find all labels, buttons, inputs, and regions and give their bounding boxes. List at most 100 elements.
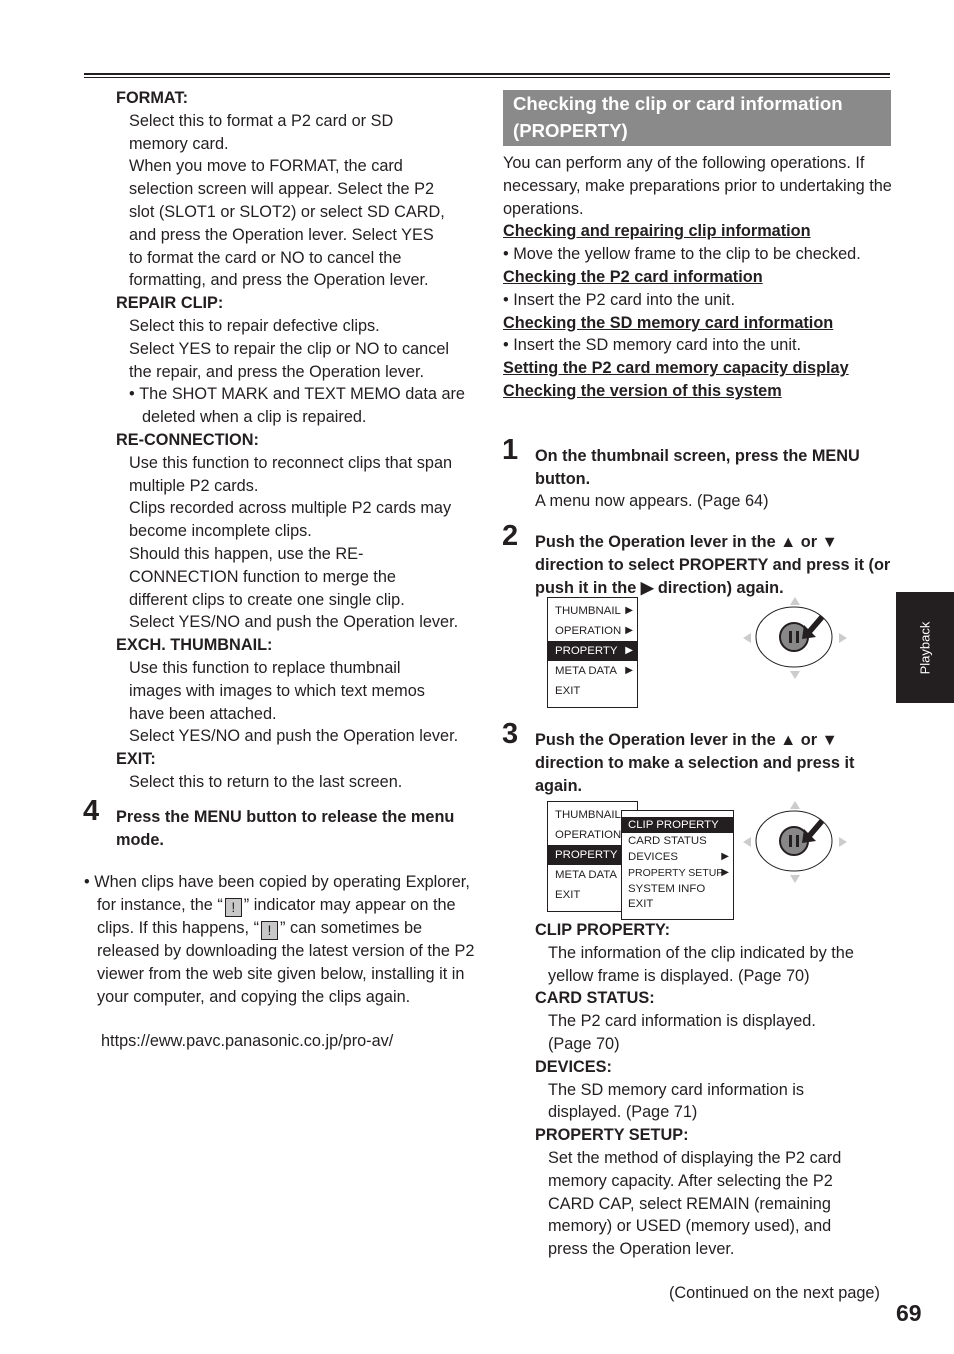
property-descriptions: CLIP PROPERTY: The information of the cl…	[503, 919, 873, 1261]
step-subtext: A menu now appears. (Page 64)	[535, 492, 769, 511]
step-1: 1 On the thumbnail screen, press the MEN…	[502, 435, 893, 513]
chevron-right-icon: ▶	[721, 851, 729, 862]
menu-item-exit: EXIT	[555, 685, 581, 697]
property-submenu-diagram: CLIP PROPERTY CARD STATUS DEVICES ▶ PROPE…	[621, 810, 734, 920]
property-setup: PROPERTY SETUP: Set the method of displa…	[535, 1124, 873, 1261]
desc-line: Select this to format a P2 card or SD	[129, 111, 394, 130]
chevron-right-icon: ▶	[625, 665, 633, 676]
submenu-item-card-status: CARD STATUS	[628, 835, 707, 847]
step-3-block: 3 Push the Operation lever in the ▲ or ▼…	[502, 720, 893, 797]
property-term: CARD STATUS:	[535, 989, 655, 1008]
desc-line: selection screen will appear. Select the…	[129, 180, 434, 199]
bullet-text: The SHOT MARK and TEXT MEMO data are del…	[139, 385, 465, 427]
submenu-item-devices: DEVICES ▶	[628, 851, 729, 863]
desc-line: different clips to create one single cli…	[129, 590, 405, 609]
desc-line: formatting, and press the Operation leve…	[129, 271, 429, 290]
property-term: DEVICES:	[535, 1057, 612, 1076]
submenu-item-property-setup: PROPERTY SETUP ▶	[628, 867, 729, 879]
chevron-right-icon: ▶	[625, 605, 633, 616]
bullet-text: Move the yellow frame to the clip to be …	[513, 245, 861, 264]
repair-clip-item: REPAIR CLIP: Select this to repair defec…	[84, 292, 476, 429]
submenu-item-system-info: SYSTEM INFO	[628, 883, 706, 895]
desc-line: Select this to return to the last screen…	[129, 772, 403, 791]
warning-indicator-icon: !	[261, 921, 278, 941]
step-number: 4	[83, 794, 100, 827]
desc-line: Clips recorded across multiple P2 cards …	[129, 499, 452, 518]
exit-item: EXIT: Select this to return to the last …	[84, 748, 476, 794]
property-desc: The information of the clip indicated by…	[548, 943, 854, 985]
bullet-text: Insert the SD memory card into the unit.	[513, 336, 801, 355]
side-tab-playback: Playback	[896, 592, 954, 703]
property-term: PROPERTY SETUP:	[535, 1126, 689, 1145]
left-column: FORMAT: Select this to format a P2 card …	[83, 87, 476, 1053]
menu-item-meta-data: META DATA ▶	[548, 661, 637, 681]
page-number: 69	[896, 1300, 922, 1326]
submenu-item-clip-property: CLIP PROPERTY	[622, 817, 733, 833]
step-2: 2 Push the Operation lever in the ▲ or ▼…	[502, 522, 893, 599]
top-rule	[84, 73, 890, 75]
desc-line: the repair, and press the Operation leve…	[129, 362, 425, 381]
operation-link[interactable]: Checking and repairing clip information	[503, 220, 893, 243]
chevron-right-icon: ▶	[721, 867, 729, 878]
section-heading: Checking the clip or card information (P…	[503, 90, 891, 146]
property-desc: The SD memory card information is displa…	[548, 1080, 805, 1122]
reconnection-item: RE-CONNECTION: Use this function to reco…	[84, 429, 476, 634]
chevron-right-icon: ▶	[625, 645, 633, 656]
operation-link[interactable]: Checking the version of this system	[503, 380, 893, 403]
step-text: On the thumbnail screen, press the MENU …	[535, 446, 860, 488]
desc-line: Use this function to replace thumbnail	[129, 658, 401, 677]
menu-item-operation: OPERATION ▶	[548, 621, 637, 641]
term-format: FORMAT:	[116, 89, 189, 107]
operation-link[interactable]: Setting the P2 card memory capacity disp…	[503, 357, 893, 380]
submenu-item-exit: EXIT	[628, 898, 654, 910]
intro-text: You can perform any of the following ope…	[503, 154, 892, 218]
operation-lever-icon	[743, 597, 847, 679]
operation-bullet: • Insert the SD memory card into the uni…	[503, 336, 801, 355]
operation-lever-icon	[743, 801, 847, 883]
menu-item-thumbnail: THUMBNAIL ▶	[548, 601, 637, 621]
desc-line: When you move to FORMAT, the card	[129, 157, 403, 176]
step-text: Push the Operation lever in the ▲ or ▼ d…	[535, 533, 891, 597]
exch-thumbnail-item: EXCH. THUMBNAIL: Use this function to re…	[84, 634, 476, 748]
website-url[interactable]: https://eww.pavc.panasonic.co.jp/pro-av/	[101, 1030, 476, 1053]
note-bullet: • When clips have been copied by operati…	[84, 873, 475, 1006]
step-number: 3	[502, 718, 519, 750]
desc-line: Use this function to reconnect clips tha…	[129, 453, 453, 472]
format-item: FORMAT: Select this to format a P2 card …	[84, 87, 476, 292]
desc-line: Select YES/NO and push the Operation lev…	[129, 727, 459, 746]
property-desc: The P2 card information is displayed. (P…	[548, 1012, 816, 1053]
side-tab-label: Playback	[917, 621, 933, 674]
term-exch-thumbnail: EXCH. THUMBNAIL:	[116, 636, 273, 655]
property-desc: Set the method of displaying the P2 card…	[548, 1148, 842, 1259]
desc-line: memory card.	[129, 134, 229, 153]
desc-line: images with images to which text memos	[129, 681, 425, 700]
step-text: Push the Operation lever in the ▲ or ▼ d…	[535, 731, 855, 795]
desc-line: Select YES to repair the clip or NO to c…	[129, 339, 450, 358]
term-reconnection: RE-CONNECTION:	[116, 430, 259, 449]
operation-link[interactable]: Checking the P2 card information	[503, 266, 893, 289]
operation-link[interactable]: Checking the SD memory card information	[503, 312, 893, 335]
step-4: 4 Press the MENU button to release the m…	[83, 796, 476, 852]
operation-bullet: • Move the yellow frame to the clip to b…	[503, 245, 861, 264]
top-rule-thin	[84, 77, 890, 78]
desc-line: and press the Operation lever. Select YE…	[129, 225, 434, 244]
desc-line: become incomplete clips.	[129, 522, 312, 541]
term-repair-clip: REPAIR CLIP:	[116, 294, 224, 313]
desc-line: slot (SLOT1 or SLOT2) or select SD CARD,	[129, 202, 445, 221]
operation-bullet: • Insert the P2 card into the unit.	[503, 290, 735, 309]
step-number: 1	[502, 433, 519, 466]
bullet-note: • The SHOT MARK and TEXT MEMO data are d…	[129, 385, 465, 427]
term-exit: EXIT:	[116, 750, 156, 769]
step-3: 3 Push the Operation lever in the ▲ or ▼…	[502, 720, 893, 797]
property-clip: CLIP PROPERTY: The information of the cl…	[535, 919, 873, 987]
property-devices: DEVICES: The SD memory card information …	[535, 1056, 873, 1124]
desc-line: CONNECTION function to merge the	[129, 567, 396, 586]
desc-line: to format the card or NO to cancel the	[129, 248, 402, 267]
desc-line: have been attached.	[129, 704, 277, 723]
desc-line: Select YES/NO and push the Operation lev…	[129, 613, 459, 632]
property-card-status: CARD STATUS: The P2 card information is …	[535, 987, 873, 1055]
warning-indicator-icon: !	[224, 898, 242, 918]
desc-line: Select this to repair defective clips.	[129, 316, 380, 335]
step-number: 2	[502, 520, 519, 553]
property-term: CLIP PROPERTY:	[535, 921, 671, 939]
